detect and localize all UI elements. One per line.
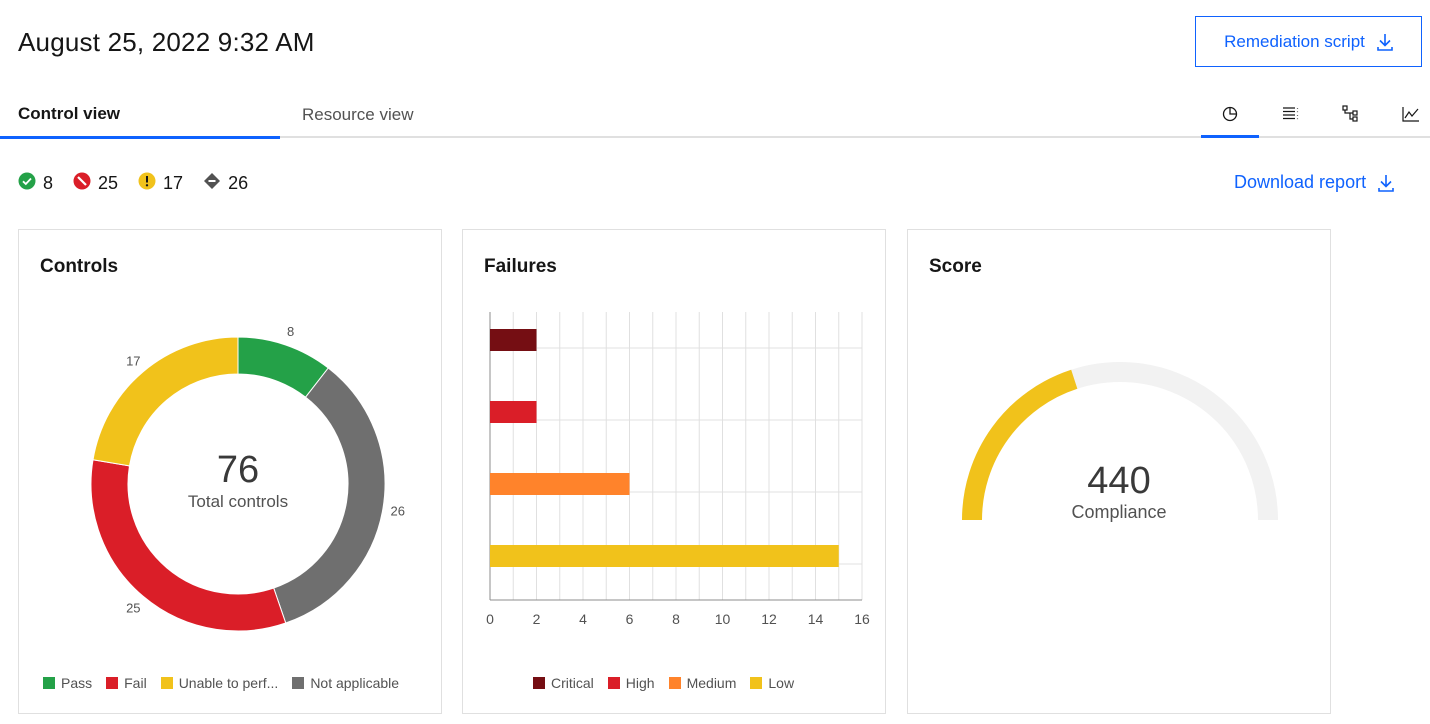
fail-count: 25: [98, 173, 119, 193]
total-controls-value: 76: [216, 449, 260, 491]
legend-swatch: [43, 677, 55, 689]
x-tick-label: 4: [579, 611, 587, 627]
download-report-link[interactable]: Download report: [1234, 172, 1394, 193]
diamond-icon: [203, 172, 228, 195]
x-tick-label: 8: [672, 611, 680, 627]
legend-pass[interactable]: Pass: [43, 675, 92, 691]
x-tick-label: 0: [486, 611, 494, 627]
x-tick-label: 2: [533, 611, 541, 627]
not-applicable-count: 26: [228, 173, 249, 193]
score-card: Score 440 Compliance: [907, 229, 1331, 714]
legend-swatch: [533, 677, 545, 689]
download-icon: [1377, 33, 1393, 51]
legend-high[interactable]: High: [607, 675, 655, 691]
bar-medium[interactable]: [490, 473, 630, 495]
donut-slice-unable-to-perf-[interactable]: [92, 336, 239, 467]
legend-swatch: [160, 677, 173, 689]
legend-swatch: [106, 677, 119, 689]
x-tick-label: 10: [715, 611, 731, 627]
donut-data-label: 25: [126, 601, 140, 616]
status-summary: 8 25 17 26: [18, 172, 268, 195]
status-fail: 25: [73, 172, 118, 195]
donut-data-label: 8: [287, 324, 294, 339]
score-label: Compliance: [1071, 502, 1167, 522]
x-tick-label: 14: [808, 611, 824, 627]
legend-swatch: [668, 677, 681, 689]
legend-fail[interactable]: Fail: [106, 675, 147, 691]
legend-swatch: [607, 677, 620, 689]
bar-low[interactable]: [490, 545, 839, 567]
legend-critical[interactable]: Critical: [533, 675, 594, 691]
legend-unable[interactable]: Unable to perf...: [160, 675, 279, 691]
warning-circle-icon: [138, 172, 163, 195]
status-unable: 17: [138, 172, 183, 195]
failures-legend: Critical High Medium Low: [533, 675, 808, 691]
remediation-script-button[interactable]: Remediation script: [1195, 16, 1422, 67]
bar-critical[interactable]: [490, 329, 537, 351]
remediation-script-label: Remediation script: [1224, 31, 1365, 51]
list-icon[interactable]: [1262, 92, 1320, 136]
tree-icon[interactable]: [1322, 92, 1380, 136]
donut-data-label: 26: [391, 504, 405, 519]
download-icon: [1378, 174, 1394, 192]
legend-swatch: [292, 677, 305, 689]
score-center: 440 Compliance: [1019, 460, 1219, 523]
legend-label: Fail: [124, 675, 147, 691]
legend-not-applicable[interactable]: Not applicable: [292, 675, 399, 691]
bar-high[interactable]: [490, 401, 537, 423]
legend-medium[interactable]: Medium: [668, 675, 737, 691]
score-value: 440: [1087, 460, 1151, 502]
check-circle-icon: [18, 172, 43, 195]
legend-label: High: [625, 675, 655, 691]
legend-low[interactable]: Low: [750, 675, 794, 691]
pass-count: 8: [43, 173, 54, 193]
blocked-circle-icon: [73, 172, 98, 195]
total-controls-label: Total controls: [187, 492, 289, 511]
x-tick-label: 16: [854, 611, 870, 627]
legend-label: Not applicable: [310, 675, 400, 691]
legend-label: Medium: [686, 675, 737, 691]
legend-label: Low: [768, 675, 795, 691]
legend-label: Critical: [551, 675, 594, 691]
failures-bar-chart: 0 2 4 6 8 10 12 14 16: [486, 312, 870, 627]
x-tick-label: 6: [626, 611, 634, 627]
unable-count: 17: [163, 173, 184, 193]
legend-label: Unable to perf...: [178, 675, 279, 691]
donut-center: 76 Total controls: [138, 450, 338, 512]
controls-card: Controls 8 26 25 17 76 Total controls Pass …: [18, 229, 442, 714]
status-pass: 8: [18, 172, 53, 195]
pie-chart-icon[interactable]: [1201, 92, 1259, 138]
tab-resource-view[interactable]: Resource view: [302, 92, 502, 138]
page-title: August 25, 2022 9:32 AM: [18, 27, 315, 57]
donut-data-label: 17: [126, 353, 140, 368]
status-not-applicable: 26: [203, 172, 248, 195]
legend-label: Pass: [61, 675, 93, 691]
tab-control-view[interactable]: Control view: [0, 92, 280, 139]
controls-legend: Pass Fail Unable to perf... Not applicab…: [43, 675, 413, 691]
failures-card: Failures 0 2 4 6 8 10 12 14 16 Critical High Med…: [462, 229, 886, 714]
line-chart-icon[interactable]: [1382, 92, 1430, 136]
download-report-label: Download report: [1234, 172, 1367, 192]
x-tick-label: 12: [761, 611, 777, 627]
legend-swatch: [750, 677, 763, 689]
